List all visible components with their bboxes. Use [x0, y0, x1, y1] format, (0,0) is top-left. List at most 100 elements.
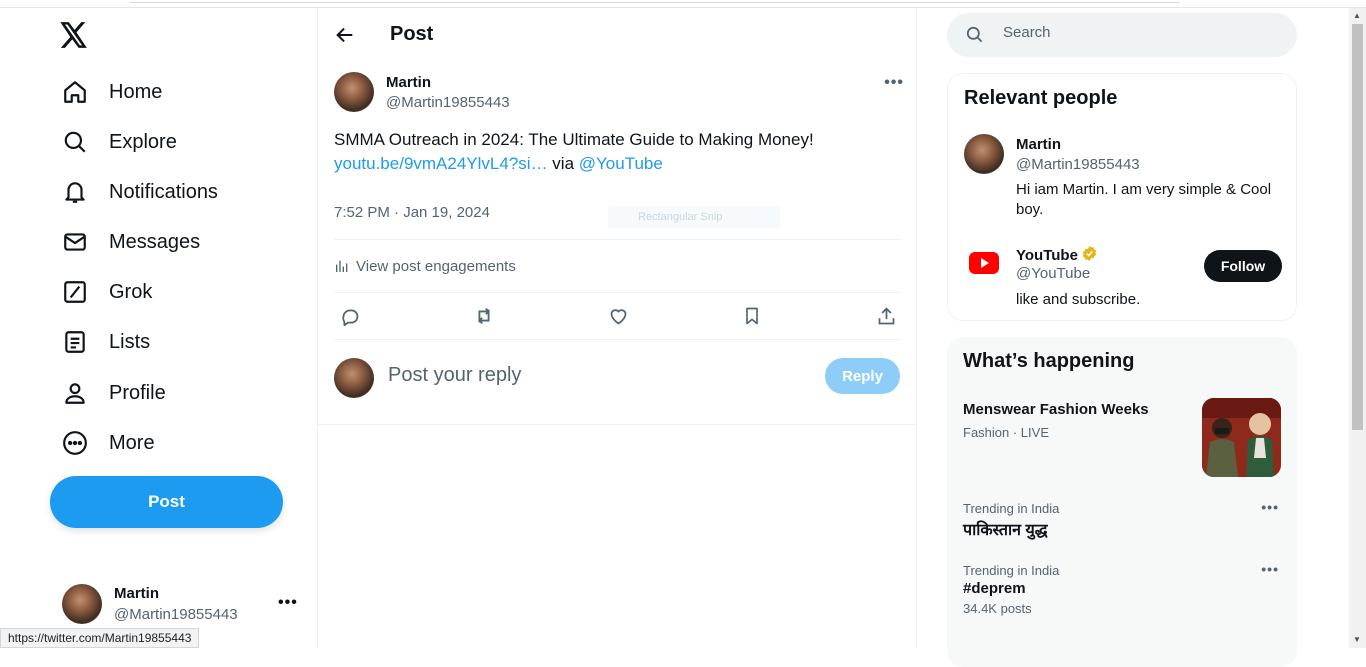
like-heart-icon[interactable] [606, 304, 630, 328]
browser-top-line [130, 0, 1180, 3]
account-name: Martin [114, 585, 159, 602]
left-sidebar: Home Explore Notifications Messages Grok… [0, 8, 318, 648]
post-button[interactable]: Post [50, 476, 283, 528]
avatar[interactable] [964, 134, 1004, 174]
nav-home[interactable]: Home [60, 72, 162, 112]
reply-composer: Post your reply Reply [334, 356, 900, 400]
trend-item[interactable]: Trending in India #deprem 34.4K posts ••… [963, 561, 1281, 616]
more-dots-icon[interactable]: ••• [1261, 499, 1279, 515]
nav-explore-label: Explore [109, 130, 177, 153]
nav-grok-label: Grok [109, 280, 153, 303]
reply-button[interactable]: Reply [825, 358, 900, 394]
reply-input[interactable]: Post your reply [388, 364, 521, 387]
nav-notifications-label: Notifications [109, 180, 218, 203]
trend-item[interactable]: Menswear Fashion Weeks Fashion · LIVE [963, 398, 1281, 478]
nav-home-label: Home [109, 80, 163, 103]
scroll-up-arrow-icon[interactable]: ▲ [1353, 11, 1361, 20]
person-bio: Hi iam Martin. I am very simple & Cool b… [1016, 181, 1272, 218]
trend-title: #deprem [963, 580, 1026, 597]
page-title: Post [390, 23, 434, 45]
divider [318, 424, 917, 425]
more-circle-icon [60, 428, 90, 458]
whats-happening-title: What’s happening [963, 350, 1135, 372]
search-icon [60, 127, 90, 157]
account-switcher[interactable]: Martin @Martin19855443 ••• [62, 584, 302, 628]
account-handle: @Martin19855443 [114, 606, 238, 623]
person-name[interactable]: Martin [1016, 136, 1061, 153]
more-dots-icon[interactable]: ••• [278, 594, 298, 612]
youtube-logo-icon[interactable] [964, 243, 1004, 283]
trend-context: Trending in India [963, 563, 1060, 578]
author-handle[interactable]: @Martin19855443 [386, 94, 510, 111]
trend-context: Trending in India [963, 501, 1060, 516]
search-icon [965, 25, 984, 49]
person-handle: @YouTube [1016, 265, 1091, 282]
whats-happening-card: What’s happening Menswear Fashion Weeks … [947, 337, 1297, 667]
trend-post-count: 34.4K posts [963, 601, 1032, 616]
avatar [62, 584, 102, 624]
tweet-author[interactable]: Martin @Martin19855443 ••• [334, 72, 904, 116]
person-name-row[interactable]: YouTube [1016, 245, 1098, 266]
repost-icon[interactable] [472, 304, 496, 328]
follow-button[interactable]: Follow [1204, 250, 1282, 282]
more-dots-icon[interactable]: ••• [884, 74, 904, 92]
grok-icon [60, 277, 90, 307]
page-header: Post [318, 8, 917, 61]
more-dots-icon[interactable]: ••• [1261, 561, 1279, 577]
reply-icon[interactable] [338, 304, 362, 328]
avatar [334, 358, 374, 398]
nav-profile[interactable]: Profile [60, 373, 166, 413]
divider [334, 239, 900, 240]
snip-overlay: Rectangular Snip [608, 206, 780, 228]
x-logo-icon[interactable] [60, 22, 92, 52]
nav-explore[interactable]: Explore [60, 122, 177, 162]
nav-more-label: More [109, 431, 155, 454]
tweet-actions [334, 304, 900, 328]
view-engagements-label: View post engagements [356, 257, 516, 275]
home-icon [60, 77, 90, 107]
person-name[interactable]: YouTube [1016, 247, 1078, 264]
nav-lists-label: Lists [109, 330, 151, 353]
person-handle: @Martin19855443 [1016, 156, 1140, 173]
status-url: https://twitter.com/Martin19855443 [0, 628, 200, 648]
envelope-icon [60, 227, 90, 257]
tweet-mention[interactable]: @YouTube [579, 154, 663, 173]
share-icon[interactable] [874, 304, 898, 328]
divider [334, 292, 900, 293]
search-bar[interactable] [947, 13, 1297, 57]
relevant-people-card: Relevant people Martin @Martin19855443 H… [947, 73, 1297, 321]
tweet-timestamp[interactable]: 7:52 PM · Jan 19, 2024 [334, 204, 490, 221]
tweet-link[interactable]: youtu.be/9vmA24YlvL4?si… [334, 154, 548, 173]
nav-more[interactable]: More [60, 423, 155, 463]
nav-notifications[interactable]: Notifications [60, 172, 218, 212]
trend-title: पाकिस्तान युद्ध [963, 522, 1048, 539]
analytics-icon [336, 260, 348, 272]
scrollbar-thumb[interactable] [1352, 24, 1363, 430]
nav-lists[interactable]: Lists [60, 322, 150, 362]
nav-messages[interactable]: Messages [60, 222, 200, 262]
list-icon [60, 327, 90, 357]
main-column: Post Martin @Martin19855443 ••• SMMA Out… [317, 8, 917, 648]
nav-profile-label: Profile [109, 381, 166, 404]
trend-image [1202, 398, 1281, 477]
nav-grok[interactable]: Grok [60, 272, 152, 312]
avatar[interactable] [334, 72, 374, 112]
person-bio: like and subscribe. [1016, 291, 1141, 308]
trend-item[interactable]: Trending in India पाकिस्तान युद्ध ••• [963, 499, 1281, 540]
search-input[interactable] [1003, 24, 1263, 41]
tweet-via: via [552, 154, 575, 173]
browser-top-edge [0, 0, 1366, 8]
author-name[interactable]: Martin [386, 74, 431, 91]
tweet-text: SMMA Outreach in 2024: The Ultimate Guid… [334, 128, 904, 176]
tweet-body: SMMA Outreach in 2024: The Ultimate Guid… [334, 130, 814, 149]
page-scrollbar[interactable]: ▲ ▼ [1349, 8, 1366, 648]
back-arrow-icon[interactable] [334, 24, 356, 46]
divider [334, 339, 900, 340]
scroll-down-arrow-icon[interactable]: ▼ [1353, 635, 1361, 644]
bookmark-icon[interactable] [740, 304, 764, 328]
nav-messages-label: Messages [109, 230, 201, 253]
bell-icon [60, 177, 90, 207]
verified-badge-icon [1081, 245, 1098, 266]
person-icon [60, 378, 90, 408]
view-engagements[interactable]: View post engagements [334, 256, 516, 276]
